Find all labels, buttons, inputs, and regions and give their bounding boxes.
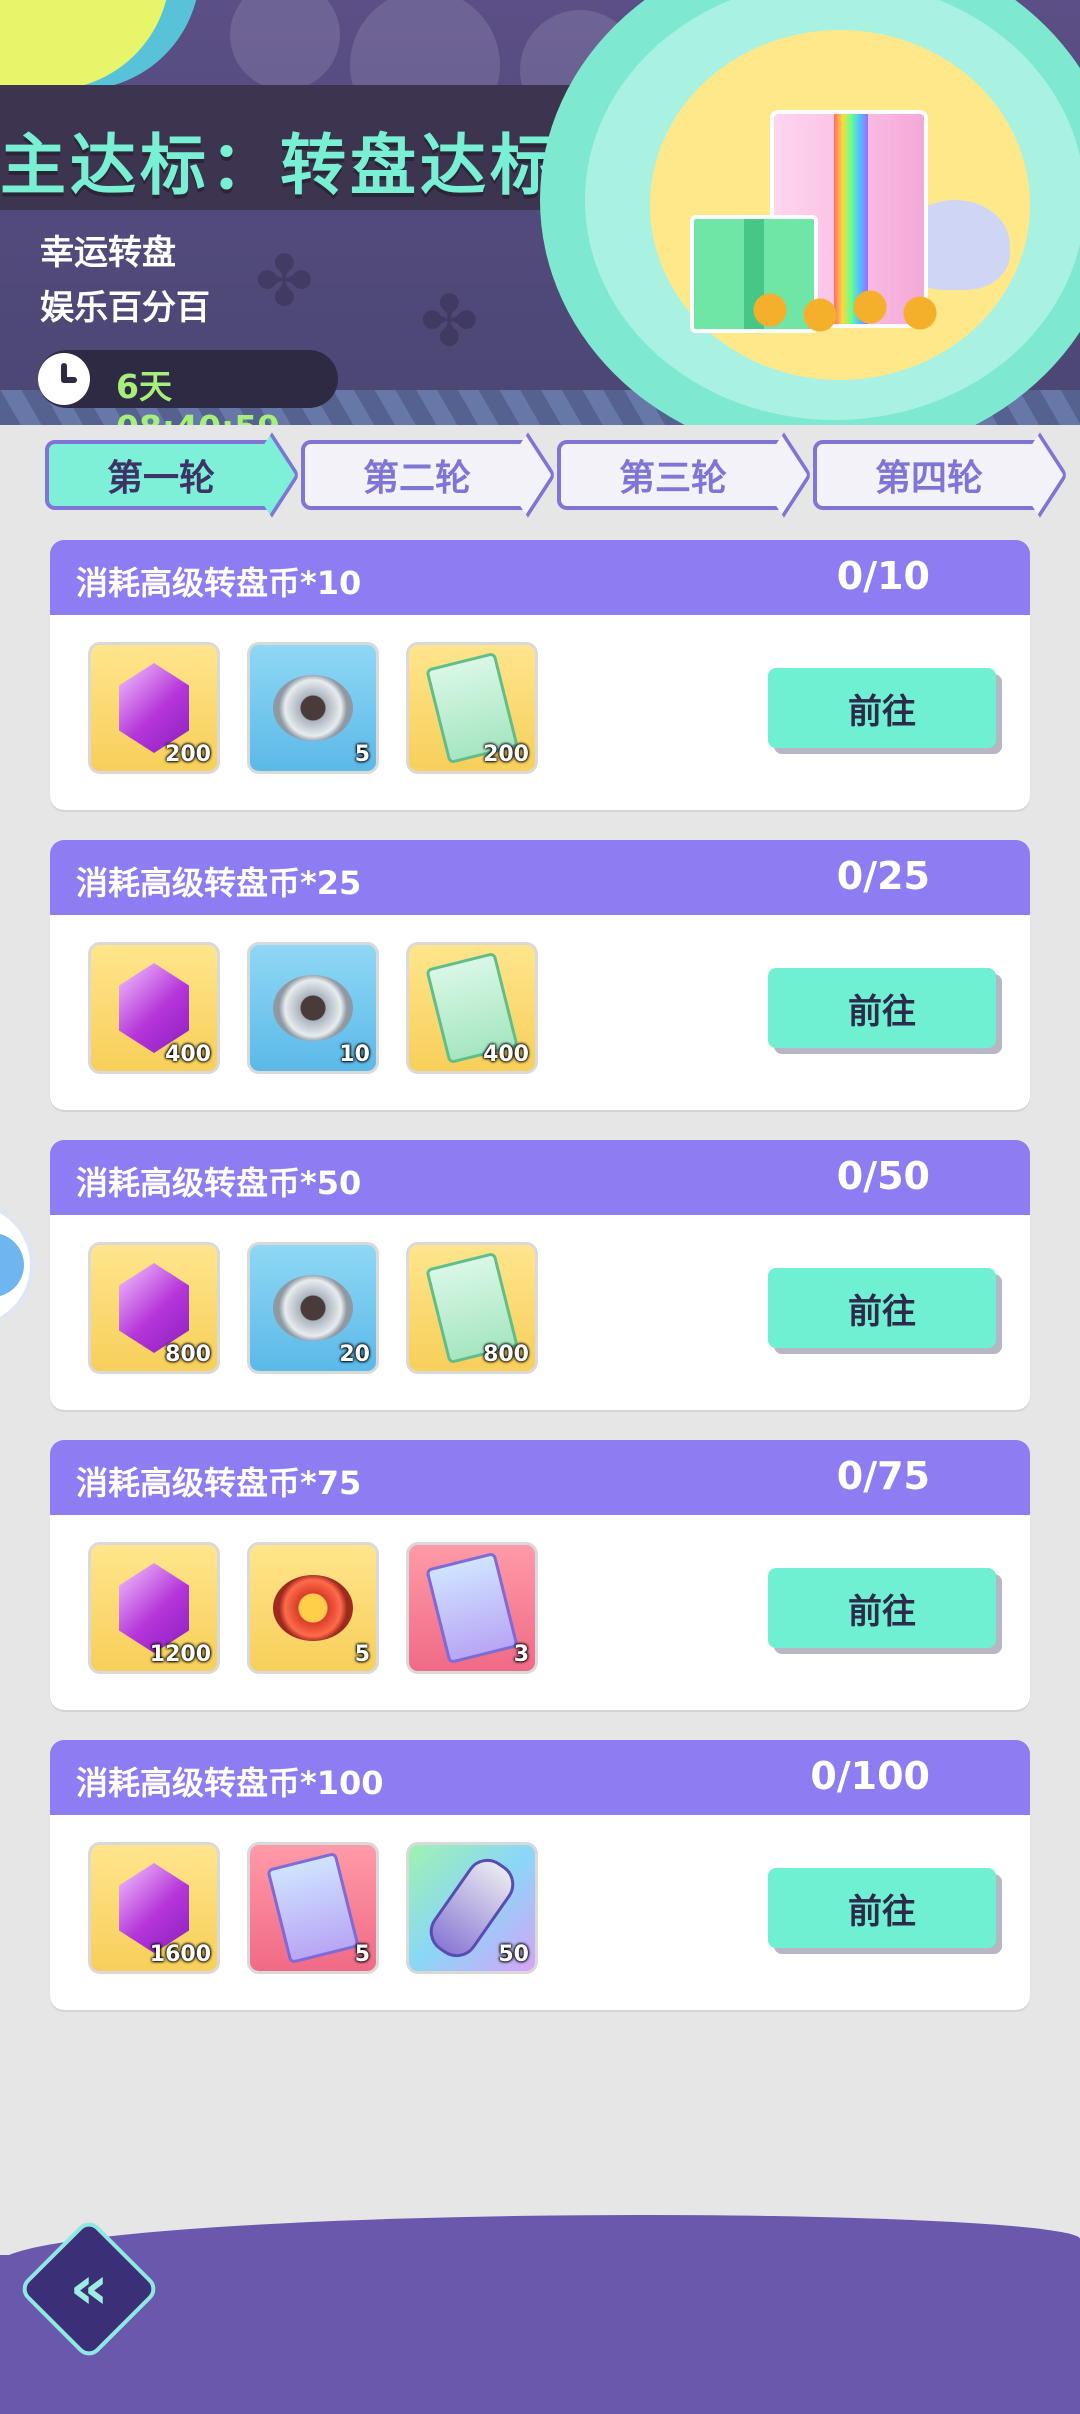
- reward-item[interactable]: 200: [406, 642, 538, 774]
- reward-qty: 10: [339, 1042, 370, 1067]
- task-label: 消耗高级转盘币*100: [76, 1764, 384, 1802]
- countdown-timer: 6天 08:40:59: [38, 350, 338, 425]
- reward-item[interactable]: 400: [406, 942, 538, 1074]
- decor-blob: [0, 0, 170, 90]
- purple-gem-icon: [119, 963, 189, 1053]
- reward-item[interactable]: 1600: [88, 1842, 220, 1974]
- decor-circle: [230, 0, 340, 90]
- task-card: 消耗高级转盘币*25 0/25 400 10 400 前往: [50, 840, 1030, 1110]
- purple-gem-icon: [119, 1563, 189, 1653]
- red-coin-icon: [273, 1575, 353, 1641]
- reward-item[interactable]: 800: [406, 1242, 538, 1374]
- silver-coin-icon: [273, 675, 353, 741]
- double-chevron-left-icon[interactable]: «: [48, 2252, 130, 2324]
- tab-label: 第三轮: [618, 458, 727, 499]
- reward-qty: 400: [483, 1042, 529, 1067]
- purple-gem-icon: [119, 1263, 189, 1353]
- footer-bar: [0, 2255, 1080, 2414]
- reward-qty: 200: [165, 742, 211, 767]
- reward-qty: 3: [513, 1642, 529, 1667]
- round-tabs: 第一轮 第二轮 第三轮 第四轮: [45, 440, 1055, 518]
- reward-item[interactable]: 200: [88, 642, 220, 774]
- reward-qty: 5: [354, 1942, 370, 1967]
- event-banner: ✤ ✤ 主达标：转盘达标 幸运转盘 娱乐百分百 6天 08:40:59: [0, 0, 1080, 425]
- silver-coin-icon: [273, 975, 353, 1041]
- clover-icon: ✤: [420, 280, 479, 362]
- reward-item[interactable]: 5: [247, 642, 379, 774]
- tab-label: 第四轮: [874, 458, 983, 499]
- side-pull-tab[interactable]: [0, 1205, 30, 1325]
- task-card: 消耗高级转盘币*75 0/75 1200 5 3 前往: [50, 1440, 1030, 1710]
- reward-qty: 50: [498, 1942, 529, 1967]
- planet-card-icon: [425, 1551, 519, 1665]
- silver-coin-icon: [273, 1275, 353, 1341]
- task-label: 消耗高级转盘币*25: [76, 864, 362, 902]
- reward-item[interactable]: 50: [406, 1842, 538, 1974]
- event-title: 主达标：转盘达标: [0, 127, 560, 204]
- task-header: 消耗高级转盘币*75 0/75: [50, 1440, 1030, 1515]
- tab-round-2[interactable]: 第二轮: [301, 440, 533, 510]
- task-card: 消耗高级转盘币*10 0/10 200 5 200 前往: [50, 540, 1030, 810]
- task-progress: 0/50: [836, 1154, 930, 1198]
- tab-round-3[interactable]: 第三轮: [557, 440, 789, 510]
- task-card: 消耗高级转盘币*50 0/50 800 20 800 前往: [50, 1140, 1030, 1410]
- go-button[interactable]: 前往: [768, 1568, 996, 1648]
- purple-gem-icon: [119, 663, 189, 753]
- task-progress: 0/10: [836, 554, 930, 598]
- task-header: 消耗高级转盘币*100 0/100: [50, 1740, 1030, 1815]
- reward-item[interactable]: 10: [247, 942, 379, 1074]
- reward-qty: 5: [354, 742, 370, 767]
- countdown-text: 6天 08:40:59: [116, 367, 280, 425]
- reward-qty: 200: [483, 742, 529, 767]
- go-button[interactable]: 前往: [768, 668, 996, 748]
- task-progress: 0/75: [836, 1454, 930, 1498]
- clock-icon: [38, 353, 90, 405]
- planet-card-icon: [266, 1851, 360, 1965]
- task-header: 消耗高级转盘币*25 0/25: [50, 840, 1030, 915]
- reward-qty: 5: [354, 1642, 370, 1667]
- reward-qty: 1600: [149, 1942, 211, 1967]
- reward-item[interactable]: 3: [406, 1542, 538, 1674]
- tab-label: 第二轮: [362, 458, 471, 499]
- clover-icon: ✤: [255, 240, 314, 322]
- reward-qty: 20: [339, 1342, 370, 1367]
- reward-item[interactable]: 400: [88, 942, 220, 1074]
- reward-item[interactable]: 5: [247, 1542, 379, 1674]
- go-button[interactable]: 前往: [768, 1868, 996, 1948]
- purple-gem-icon: [119, 1863, 189, 1953]
- tab-round-4[interactable]: 第四轮: [813, 440, 1045, 510]
- task-header: 消耗高级转盘币*50 0/50: [50, 1140, 1030, 1215]
- coin-pile-icon: [750, 285, 980, 335]
- reward-item[interactable]: 5: [247, 1842, 379, 1974]
- reward-qty: 400: [165, 1042, 211, 1067]
- reward-qty: 800: [483, 1342, 529, 1367]
- task-label: 消耗高级转盘币*10: [76, 564, 362, 602]
- tab-label: 第一轮: [106, 458, 215, 499]
- reward-qty: 1200: [149, 1642, 211, 1667]
- task-progress: 0/25: [836, 854, 930, 898]
- task-card: 消耗高级转盘币*100 0/100 1600 5 50 前往: [50, 1740, 1030, 2010]
- reward-item[interactable]: 20: [247, 1242, 379, 1374]
- go-button[interactable]: 前往: [768, 1268, 996, 1348]
- task-progress: 0/100: [810, 1754, 930, 1798]
- task-header: 消耗高级转盘币*10 0/10: [50, 540, 1030, 615]
- event-subtitle: 幸运转盘: [40, 233, 176, 273]
- reward-item[interactable]: 800: [88, 1242, 220, 1374]
- reward-qty: 800: [165, 1342, 211, 1367]
- go-button[interactable]: 前往: [768, 968, 996, 1048]
- task-label: 消耗高级转盘币*75: [76, 1464, 362, 1502]
- event-subtitle-2: 娱乐百分百: [40, 288, 210, 328]
- reward-item[interactable]: 1200: [88, 1542, 220, 1674]
- task-label: 消耗高级转盘币*50: [76, 1164, 362, 1202]
- tab-round-1[interactable]: 第一轮: [45, 440, 277, 510]
